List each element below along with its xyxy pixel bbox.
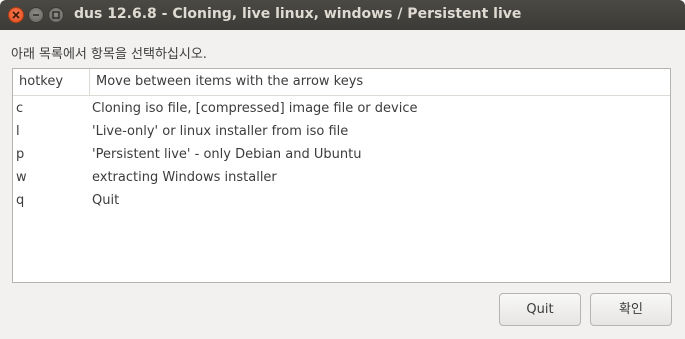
close-icon[interactable] — [8, 7, 24, 23]
ok-button[interactable]: 확인 — [590, 293, 672, 326]
list-item[interactable]: l 'Live-only' or linux installer from is… — [13, 120, 670, 143]
list-item-hotkey: c — [16, 101, 24, 116]
menu-list[interactable]: hotkey Move between items with the arrow… — [12, 68, 671, 283]
list-item-description: 'Live-only' or linux installer from iso … — [92, 124, 349, 139]
list-item-hotkey: l — [16, 124, 20, 139]
list-item-description: Cloning iso file, [compressed] image fil… — [92, 101, 418, 116]
prompt-text: 아래 목록에서 항목을 선택하십시오. — [11, 47, 207, 62]
list-header: hotkey Move between items with the arrow… — [13, 69, 670, 96]
list-item[interactable]: c Cloning iso file, [compressed] image f… — [13, 97, 670, 120]
list-item[interactable]: q Quit — [13, 189, 670, 212]
list-item-description: 'Persistent live' - only Debian and Ubun… — [92, 147, 362, 162]
column-header-description[interactable]: Move between items with the arrow keys — [96, 69, 363, 95]
title-bar[interactable]: dus 12.6.8 - Cloning, live linux, window… — [0, 0, 685, 30]
minimize-icon[interactable] — [28, 7, 44, 23]
window-title: dus 12.6.8 - Cloning, live linux, window… — [74, 6, 522, 22]
column-header-hotkey[interactable]: hotkey — [13, 69, 90, 95]
list-item-hotkey: w — [16, 170, 27, 185]
list-item-hotkey: q — [16, 193, 25, 208]
list-item-hotkey: p — [16, 147, 25, 162]
quit-button[interactable]: Quit — [499, 293, 581, 326]
list-item[interactable]: w extracting Windows installer — [13, 166, 670, 189]
list-item-description: Quit — [92, 193, 120, 208]
list-item[interactable]: p 'Persistent live' - only Debian and Ub… — [13, 143, 670, 166]
maximize-icon[interactable] — [48, 7, 64, 23]
list-item-description: extracting Windows installer — [92, 170, 277, 185]
list-rows: c Cloning iso file, [compressed] image f… — [13, 97, 670, 212]
dialog-window: dus 12.6.8 - Cloning, live linux, window… — [0, 0, 685, 339]
